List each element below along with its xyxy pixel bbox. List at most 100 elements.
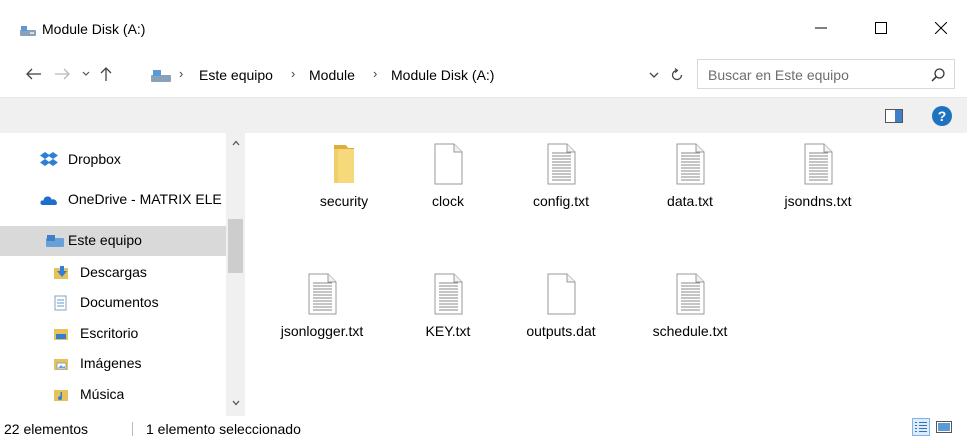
- nav-label: OneDrive - MATRIX ELE: [68, 191, 222, 207]
- file-item[interactable]: schedule.txt: [635, 263, 745, 359]
- file-item[interactable]: security: [289, 133, 399, 229]
- close-button[interactable]: [918, 10, 964, 46]
- file-name: jsonlogger.txt: [280, 323, 364, 339]
- maximize-button[interactable]: [858, 10, 904, 46]
- file-item[interactable]: jsondns.txt: [763, 133, 873, 229]
- up-button[interactable]: [94, 62, 118, 86]
- chevron-down-icon: [232, 400, 239, 406]
- desktop-folder-icon: [54, 329, 68, 340]
- text-file-icon: [804, 143, 833, 185]
- nav-label: Documentos: [80, 294, 159, 310]
- minimize-button[interactable]: [798, 10, 844, 46]
- search-icon[interactable]: [930, 67, 946, 83]
- chevron-down-icon: [82, 71, 90, 76]
- computer-icon: [46, 235, 64, 247]
- file-name: clock: [432, 193, 464, 209]
- nav-item-escritorio[interactable]: Escritorio: [0, 319, 226, 349]
- back-button[interactable]: [22, 62, 46, 86]
- search-input[interactable]: [708, 66, 918, 84]
- maximize-icon: [875, 22, 887, 34]
- large-icons-view-button[interactable]: [935, 418, 953, 436]
- breadcrumb-separator: ›: [373, 66, 378, 81]
- window-title: Module Disk (A:): [42, 21, 146, 37]
- preview-pane-icon[interactable]: [885, 109, 903, 123]
- title-bar: Module Disk (A:): [0, 0, 967, 56]
- blank-file-icon: [434, 143, 463, 185]
- text-file-icon: [308, 273, 337, 315]
- text-file-icon: [676, 143, 705, 185]
- address-dropdown-button[interactable]: [645, 66, 663, 84]
- dropbox-icon: [40, 152, 58, 166]
- file-name: schedule.txt: [652, 323, 728, 339]
- scroll-down-button[interactable]: [226, 395, 245, 411]
- nav-item-imagenes[interactable]: Imágenes: [0, 349, 226, 379]
- address-bar[interactable]: › Este equipo › Module › Module Disk (A:…: [140, 59, 694, 89]
- pictures-folder-icon: [54, 359, 68, 370]
- nav-label: Este equipo: [68, 232, 142, 248]
- breadcrumb-este-equipo[interactable]: Este equipo: [199, 67, 273, 83]
- status-divider: [132, 422, 133, 436]
- item-count: 22 elementos: [4, 421, 89, 437]
- folder-icon: [334, 145, 354, 183]
- ribbon-strip: ?: [0, 97, 967, 133]
- forward-arrow-icon: [55, 68, 70, 80]
- text-file-icon: [434, 273, 463, 315]
- navigation-pane: Dropbox OneDrive - MATRIX ELE Este equip…: [0, 133, 245, 416]
- downloads-folder-icon: [54, 266, 68, 279]
- file-name: jsondns.txt: [784, 193, 852, 209]
- file-name: data.txt: [667, 193, 713, 209]
- documents-folder-icon: [54, 295, 67, 311]
- chevron-up-icon: [232, 140, 239, 146]
- back-arrow-icon: [26, 68, 41, 80]
- computer-icon: [151, 70, 171, 82]
- file-item[interactable]: outputs.dat: [506, 263, 616, 359]
- text-file-icon: [547, 143, 576, 185]
- file-name: config.txt: [532, 193, 590, 209]
- nav-label: Descargas: [80, 264, 147, 280]
- large-icons-view-icon: [936, 421, 952, 433]
- file-item[interactable]: clock: [393, 133, 503, 229]
- refresh-icon: [671, 68, 683, 81]
- music-folder-icon: [54, 390, 68, 401]
- file-item[interactable]: jsonlogger.txt: [267, 263, 377, 359]
- nav-item-dropbox[interactable]: Dropbox: [0, 145, 226, 175]
- nav-label: Música: [80, 386, 125, 402]
- nav-item-este-equipo[interactable]: Este equipo: [0, 226, 226, 256]
- breadcrumb-separator: ›: [179, 66, 184, 81]
- file-item[interactable]: KEY.txt: [393, 263, 503, 359]
- help-button[interactable]: ?: [932, 106, 952, 126]
- close-icon: [935, 22, 947, 34]
- nav-label: Imágenes: [80, 355, 142, 371]
- minimize-icon: [815, 27, 827, 29]
- nav-item-descargas[interactable]: Descargas: [0, 258, 226, 288]
- file-list: security clock config.txt data.txt jsond…: [245, 133, 967, 416]
- breadcrumb-module[interactable]: Module: [309, 67, 355, 83]
- refresh-button[interactable]: [667, 66, 687, 84]
- nav-label: Dropbox: [68, 151, 121, 167]
- file-name: security: [319, 193, 369, 209]
- forward-button[interactable]: [50, 62, 74, 86]
- nav-item-musica[interactable]: Música: [0, 380, 226, 410]
- breadcrumb-separator: ›: [291, 66, 296, 81]
- scroll-up-button[interactable]: [226, 135, 245, 151]
- file-name: outputs.dat: [526, 323, 596, 339]
- up-arrow-icon: [100, 67, 112, 81]
- status-bar: 22 elementos 1 elemento seleccionado: [0, 416, 967, 439]
- scroll-thumb[interactable]: [228, 219, 243, 273]
- nav-item-onedrive[interactable]: OneDrive - MATRIX ELE: [0, 185, 226, 215]
- details-view-icon: [915, 422, 927, 432]
- blank-file-icon: [547, 273, 576, 315]
- nav-scrollbar[interactable]: [226, 133, 245, 416]
- onedrive-icon: [40, 196, 57, 205]
- file-item[interactable]: data.txt: [635, 133, 745, 229]
- help-icon: ?: [937, 108, 947, 124]
- nav-item-documentos[interactable]: Documentos: [0, 288, 226, 318]
- nav-label: Escritorio: [80, 325, 139, 341]
- selection-status: 1 elemento seleccionado: [146, 421, 301, 437]
- search-box[interactable]: [697, 59, 955, 89]
- details-view-button[interactable]: [912, 418, 930, 436]
- drive-icon: [20, 26, 36, 36]
- file-name: KEY.txt: [425, 323, 471, 339]
- breadcrumb-module-disk[interactable]: Module Disk (A:): [391, 67, 494, 83]
- file-item[interactable]: config.txt: [506, 133, 616, 229]
